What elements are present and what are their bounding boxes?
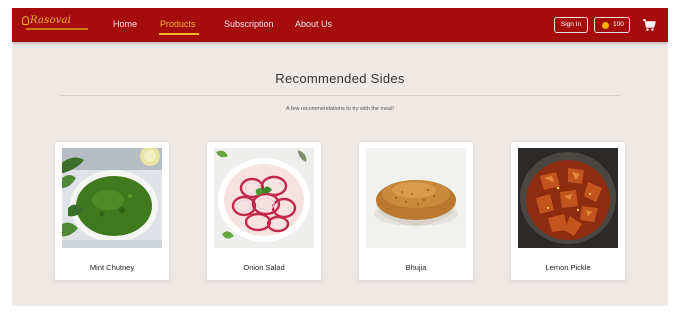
nav-link-products[interactable]: Products (160, 19, 196, 29)
brand-name: Rasovai (30, 15, 72, 26)
product-name: Bhujia (405, 263, 427, 272)
section-title: Recommended Sides (275, 71, 405, 86)
logo-icon (22, 16, 29, 25)
onion-salad-image (214, 148, 314, 248)
logo-underline (26, 28, 88, 30)
app-window: Rasovai Home Products Subscription About… (12, 8, 668, 306)
divider (60, 95, 620, 96)
top-navbar: Rasovai Home Products Subscription About… (12, 8, 668, 42)
coins-button[interactable]: 100 (594, 17, 630, 33)
bhujia-image (366, 148, 466, 248)
product-name: Lemon Pickle (545, 263, 591, 272)
product-card-bhujia[interactable]: Bhujia (359, 142, 473, 280)
section-subtitle: A few recommendations to try with the me… (286, 106, 394, 112)
product-card-lemon-pickle[interactable]: Lemon Pickle (511, 142, 625, 280)
cart-icon[interactable] (642, 18, 656, 32)
product-name: Onion Salad (243, 263, 285, 272)
product-card-mint-chutney[interactable]: Mint Chutney (55, 142, 169, 280)
lemon-pickle-image (518, 148, 618, 248)
brand-logo[interactable]: Rasovai (20, 13, 92, 35)
active-nav-indicator (159, 33, 199, 35)
coin-balance: 100 (613, 21, 624, 28)
sign-in-button[interactable]: Sign In (554, 17, 588, 33)
nav-link-home[interactable]: Home (113, 19, 137, 29)
coin-icon (602, 21, 609, 29)
nav-link-about-us[interactable]: About Us (295, 19, 332, 29)
product-name: Mint Chutney (89, 263, 135, 272)
mint-chutney-image (62, 148, 162, 248)
nav-link-subscription[interactable]: Subscription (224, 19, 274, 29)
product-card-onion-salad[interactable]: Onion Salad (207, 142, 321, 280)
